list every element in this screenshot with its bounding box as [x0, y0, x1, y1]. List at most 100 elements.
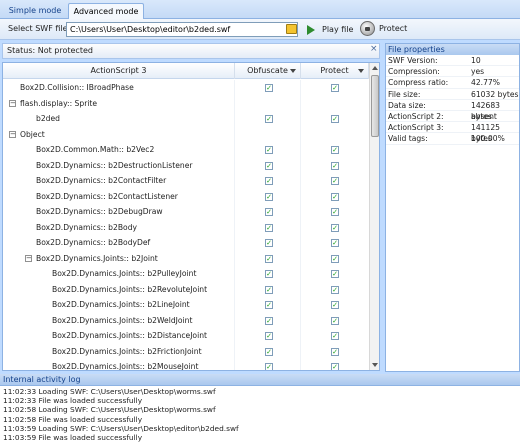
protect-cell — [301, 96, 369, 112]
property-key: ActionScript 2: — [388, 111, 444, 121]
row-name-cell: Box2D.Dynamics:: b2BodyDef — [3, 235, 235, 251]
table-row[interactable]: Box2D.Common.Math:: b2Vec2 ✓ ✓ — [3, 142, 369, 158]
protect-checkbox[interactable]: ✓ — [331, 192, 339, 201]
obfuscate-checkbox[interactable]: ✓ — [265, 285, 273, 294]
obfuscate-checkbox[interactable]: ✓ — [265, 146, 273, 154]
scroll-up-icon[interactable] — [372, 66, 378, 70]
table-row[interactable]: Box2D.Dynamics.Joints:: b2LineJoint ✓ ✓ — [3, 297, 369, 313]
table-row[interactable]: Box2D.Dynamics:: b2BodyDef ✓ ✓ — [3, 235, 369, 251]
column-header-protect[interactable]: Protect — [301, 63, 369, 79]
table-row[interactable]: Box2D.Dynamics:: b2DestructionListener ✓ ✓ — [3, 157, 369, 173]
table-row[interactable]: Box2D.Dynamics.Joints:: b2RevoluteJoint ✓… — [3, 281, 369, 297]
obfuscate-checkbox[interactable]: ✓ — [265, 239, 273, 247]
protect-checkbox[interactable]: ✓ — [331, 208, 339, 216]
tab-simple-mode[interactable]: Simple mode — [4, 3, 66, 19]
row-name-label: Box2D.Dynamics.Joints:: b2LineJoint — [52, 300, 190, 309]
obfuscate-cell: ✓ — [235, 297, 301, 313]
vertical-scrollbar[interactable] — [369, 63, 379, 370]
obfuscate-cell: ✓ — [235, 250, 301, 266]
obfuscate-checkbox[interactable]: ✓ — [265, 363, 273, 370]
filter-dropdown-icon[interactable] — [290, 69, 296, 73]
table-row[interactable]: Box2D.Dynamics.Joints:: b2FrictionJoint ✓… — [3, 343, 369, 359]
obfuscate-checkbox[interactable]: ✓ — [265, 115, 273, 123]
protect-checkbox[interactable]: ✓ — [331, 254, 339, 263]
obfuscate-checkbox[interactable]: ✓ — [265, 301, 273, 309]
protect-checkbox[interactable]: ✓ — [331, 146, 339, 154]
tab-advanced-mode[interactable]: Advanced mode — [68, 3, 144, 19]
log-line: 11:02:58 File was loaded successfully — [3, 414, 143, 424]
table-row[interactable]: Box2D.Dynamics.Joints:: b2PulleyJoint ✓ ✓ — [3, 266, 369, 282]
obfuscate-checkbox[interactable]: ✓ — [265, 208, 273, 216]
play-file-button[interactable]: Play file — [305, 22, 355, 37]
obfuscate-checkbox[interactable]: ✓ — [265, 316, 273, 325]
table-row[interactable]: Box2D.Dynamics:: b2Body ✓ ✓ — [3, 219, 369, 235]
filter-dropdown-icon[interactable] — [358, 69, 364, 73]
column-header-actionscript[interactable]: ActionScript 3 — [3, 63, 235, 79]
table-row[interactable]: Box2D.Dynamics.Joints:: b2DistanceJoint ✓… — [3, 328, 369, 344]
scrollbar-thumb[interactable] — [371, 75, 379, 137]
protect-checkbox[interactable]: ✓ — [331, 177, 339, 185]
obfuscate-checkbox[interactable]: ✓ — [265, 270, 273, 278]
protect-checkbox[interactable]: ✓ — [331, 285, 339, 294]
row-name-cell: Box2D.Common.Math:: b2Vec2 — [3, 142, 235, 158]
protect-cell: ✓ — [301, 204, 369, 220]
close-icon[interactable]: × — [370, 44, 378, 54]
table-row[interactable]: Box2D.Collision:: IBroadPhase ✓ ✓ — [3, 80, 369, 96]
obfuscate-checkbox[interactable]: ✓ — [265, 84, 273, 92]
protect-checkbox[interactable]: ✓ — [331, 332, 339, 340]
protect-checkbox[interactable]: ✓ — [331, 239, 339, 247]
protect-checkbox[interactable]: ✓ — [331, 301, 339, 309]
obfuscate-checkbox[interactable]: ✓ — [265, 223, 273, 232]
protect-checkbox[interactable]: ✓ — [331, 115, 339, 123]
protect-checkbox[interactable]: ✓ — [331, 161, 339, 170]
folder-icon[interactable] — [286, 24, 297, 34]
property-row: Compression: yes — [386, 66, 519, 78]
row-name-label: Box2D.Dynamics:: b2DebugDraw — [36, 207, 163, 216]
obfuscate-cell: ✓ — [235, 235, 301, 251]
protect-checkbox[interactable]: ✓ — [331, 347, 339, 356]
property-value: absent — [471, 111, 497, 121]
scroll-down-icon[interactable] — [372, 363, 378, 367]
obfuscate-checkbox[interactable]: ✓ — [265, 161, 273, 170]
obfuscate-checkbox[interactable]: ✓ — [265, 347, 273, 356]
protect-header-label: Protect — [320, 66, 349, 75]
column-header-obfuscate[interactable]: Obfuscate — [235, 63, 301, 79]
obfuscate-header-label: Obfuscate — [247, 66, 288, 75]
protect-checkbox[interactable]: ✓ — [331, 316, 339, 325]
table-row[interactable]: Box2D.Dynamics.Joints:: b2WeldJoint ✓ ✓ — [3, 312, 369, 328]
swf-file-path-input[interactable]: C:\Users\User\Desktop\editor\b2ded.swf — [66, 22, 298, 37]
obfuscate-checkbox[interactable]: ✓ — [265, 332, 273, 340]
protect-label: Protect — [379, 24, 408, 33]
obfuscate-checkbox[interactable]: ✓ — [265, 177, 273, 185]
table-row[interactable]: Box2D.Dynamics.Joints:: b2MouseJoint ✓ ✓ — [3, 359, 369, 370]
table-row[interactable]: − flash.display:: Sprite — [3, 95, 369, 112]
table-row[interactable]: Box2D.Dynamics:: b2ContactListener ✓ ✓ — [3, 188, 369, 204]
obfuscate-cell — [235, 95, 301, 111]
protect-cell: ✓ — [301, 251, 369, 267]
table-row[interactable]: − Object — [3, 126, 369, 143]
property-row: Valid tags: 100.00% — [386, 133, 519, 145]
table-row[interactable]: Box2D.Dynamics:: b2DebugDraw ✓ ✓ — [3, 204, 369, 220]
properties-list: SWF Version: 10 Compression: yes Compress ra… — [386, 55, 519, 145]
protect-cell: ✓ — [301, 80, 369, 96]
protect-checkbox[interactable]: ✓ — [331, 363, 339, 370]
protect-cell: ✓ — [301, 235, 369, 251]
protect-checkbox[interactable]: ✓ — [331, 270, 339, 278]
collapse-icon[interactable]: − — [9, 130, 16, 138]
obfuscate-checkbox[interactable]: ✓ — [265, 254, 273, 263]
activity-log-title: Internal activity log — [0, 374, 520, 385]
collapse-icon[interactable]: − — [25, 254, 32, 262]
table-header: ActionScript 3 Obfuscate Protect — [3, 63, 369, 79]
table-row[interactable]: − Box2D.Dynamics.Joints:: b2Joint ✓ ✓ — [3, 250, 369, 267]
protect-checkbox[interactable]: ✓ — [331, 84, 339, 92]
protect-button[interactable]: Protect — [360, 20, 420, 38]
obfuscate-checkbox[interactable]: ✓ — [265, 192, 273, 201]
collapse-icon[interactable]: − — [9, 99, 16, 107]
protect-checkbox[interactable]: ✓ — [331, 223, 339, 232]
obfuscate-cell: ✓ — [235, 142, 301, 158]
table-row[interactable]: Box2D.Dynamics:: b2ContactFilter ✓ ✓ — [3, 173, 369, 189]
activity-log[interactable]: 11:02:33 Loading SWF: C:\Users\User\Desk… — [0, 385, 520, 444]
shield-lock-icon — [360, 21, 375, 36]
protect-cell — [301, 127, 369, 143]
table-row[interactable]: b2ded ✓ ✓ — [3, 111, 369, 127]
